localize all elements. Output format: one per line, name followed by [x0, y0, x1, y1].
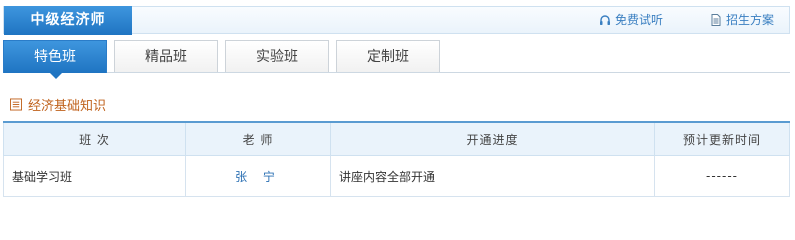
- schedule-table: 班 次 老 师 开通进度 预计更新时间 基础学习班 张 宁 讲座内容全部开通 -…: [3, 121, 790, 197]
- table-row: 基础学习班 张 宁 讲座内容全部开通 ------: [3, 155, 790, 197]
- panel-header: 中级经济师 免费试听 招生方案: [3, 6, 790, 35]
- course-panel: 中级经济师 免费试听 招生方案 特色班 精品班 实验班 定制班 经济基础知识 班…: [0, 0, 795, 203]
- headphones-icon: [599, 14, 611, 26]
- cell-class-name: 基础学习班: [3, 155, 186, 197]
- document-icon: [710, 14, 722, 26]
- section-title: 经济基础知识: [28, 98, 107, 114]
- cell-progress: 讲座内容全部开通: [330, 155, 655, 197]
- free-trial-link[interactable]: 免费试听: [599, 7, 663, 33]
- class-tabs: 特色班 精品班 实验班 定制班: [3, 40, 790, 79]
- tab-premium-class[interactable]: 精品班: [114, 40, 218, 72]
- header-update-time: 预计更新时间: [654, 121, 790, 156]
- section-heading: 经济基础知识: [10, 95, 107, 114]
- list-icon: [10, 98, 22, 111]
- header-progress: 开通进度: [330, 121, 655, 156]
- enrollment-plan-link[interactable]: 招生方案: [710, 7, 774, 33]
- tab-experimental-class[interactable]: 实验班: [225, 40, 329, 72]
- cell-update-time: ------: [654, 155, 790, 197]
- free-trial-label: 免费试听: [615, 13, 664, 27]
- cell-teacher[interactable]: 张 宁: [185, 155, 331, 197]
- header-class: 班 次: [3, 121, 186, 156]
- tab-special-class[interactable]: 特色班: [3, 40, 107, 79]
- enrollment-plan-label: 招生方案: [726, 13, 775, 27]
- panel-title: 中级经济师: [4, 6, 132, 35]
- tab-custom-class[interactable]: 定制班: [336, 40, 440, 72]
- header-teacher: 老 师: [185, 121, 331, 156]
- table-header-row: 班 次 老 师 开通进度 预计更新时间: [3, 121, 790, 156]
